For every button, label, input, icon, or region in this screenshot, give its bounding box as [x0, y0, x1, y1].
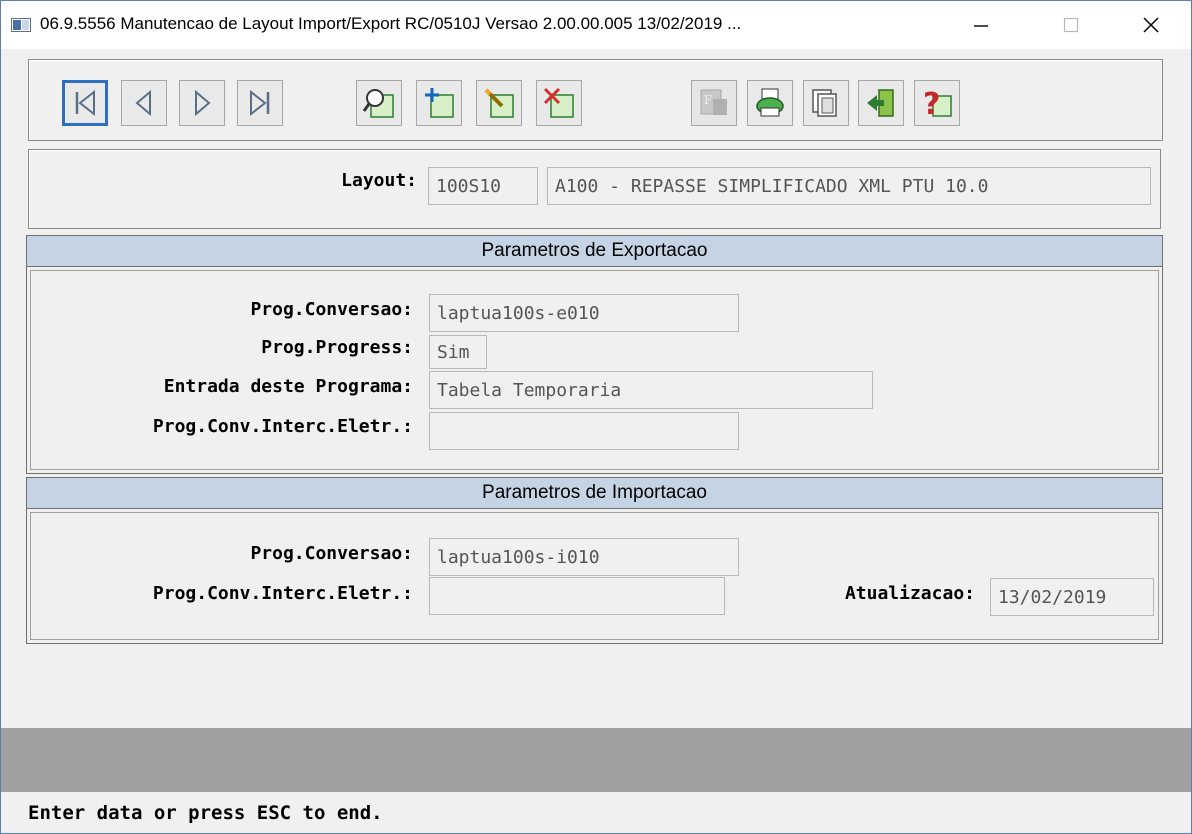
- export-entrada-field[interactable]: Tabela Temporaria: [429, 371, 873, 409]
- export-interc-field[interactable]: [429, 412, 739, 450]
- close-button[interactable]: [1121, 1, 1181, 49]
- delete-button[interactable]: [536, 80, 582, 126]
- import-interc-label: Prog.Conv.Interc.Eletr.:: [152, 583, 413, 604]
- last-record-icon: [250, 89, 270, 117]
- close-icon: [1143, 17, 1159, 33]
- maximize-button[interactable]: [1041, 1, 1101, 49]
- window-title: 06.9.5556 Manutencao de Layout Import/Ex…: [40, 14, 742, 33]
- layout-description-field[interactable]: A100 - REPASSE SIMPLIFICADO XML PTU 10.0: [547, 167, 1151, 205]
- copy-button[interactable]: [803, 80, 849, 126]
- import-section: Prog.Conversao: laptua100s-i010 Prog.Con…: [26, 508, 1163, 644]
- print-icon: [756, 88, 784, 117]
- toolbar: F ?: [28, 59, 1163, 141]
- svg-text:?: ?: [923, 87, 940, 120]
- copy-icon: [812, 89, 837, 117]
- minimize-icon: [974, 25, 988, 27]
- exit-button[interactable]: [858, 80, 904, 126]
- export-section: Prog.Conversao: laptua100s-e010 Prog.Pro…: [26, 266, 1163, 474]
- previous-record-button[interactable]: [121, 80, 167, 126]
- edit-icon: [484, 88, 514, 118]
- import-prog-conversao-field[interactable]: laptua100s-i010: [429, 538, 739, 576]
- add-icon: [425, 88, 454, 118]
- delete-icon: [543, 87, 574, 118]
- export-entrada-label: Entrada deste Programa:: [163, 376, 413, 397]
- edit-button[interactable]: [476, 80, 522, 126]
- import-atualizacao-field[interactable]: 13/02/2019: [990, 578, 1154, 616]
- first-record-icon: [75, 89, 95, 117]
- layout-code-field[interactable]: 100S10: [428, 167, 538, 205]
- next-icon: [195, 89, 211, 117]
- svg-text:F: F: [704, 93, 712, 107]
- last-record-button[interactable]: [237, 80, 283, 126]
- export-section-header: Parametros de Exportacao: [26, 235, 1163, 267]
- minimize-button[interactable]: [951, 1, 1011, 49]
- import-section-header: Parametros de Importacao: [26, 477, 1163, 509]
- status-message: Enter data or press ESC to end.: [28, 802, 383, 824]
- layout-panel: Layout: 100S10 A100 - REPASSE SIMPLIFICA…: [28, 149, 1161, 229]
- import-atualizacao-label: Atualizacao:: [844, 583, 975, 604]
- first-record-button[interactable]: [62, 80, 108, 126]
- print-button[interactable]: [747, 80, 793, 126]
- export-prog-progress-label: Prog.Progress:: [261, 337, 413, 358]
- export-interc-label: Prog.Conv.Interc.Eletr.:: [152, 416, 413, 437]
- export-prog-conversao-field[interactable]: laptua100s-e010: [429, 294, 739, 332]
- filter-button[interactable]: F: [691, 80, 737, 126]
- help-button[interactable]: ?: [914, 80, 960, 126]
- help-icon: ?: [923, 87, 952, 120]
- layout-label: Layout:: [341, 170, 417, 191]
- app-window: 06.9.5556 Manutencao de Layout Import/Ex…: [0, 0, 1192, 834]
- export-prog-conversao-label: Prog.Conversao:: [250, 299, 413, 320]
- exit-icon: [867, 89, 894, 117]
- export-prog-progress-field[interactable]: Sim: [429, 335, 487, 369]
- filter-icon: F: [700, 89, 727, 115]
- status-area: [1, 728, 1191, 792]
- maximize-icon: [1063, 17, 1079, 33]
- previous-icon: [135, 89, 151, 117]
- title-bar[interactable]: 06.9.5556 Manutencao de Layout Import/Ex…: [1, 1, 1191, 49]
- search-icon: [362, 89, 394, 118]
- add-button[interactable]: [416, 80, 462, 126]
- app-icon: [11, 18, 31, 32]
- import-interc-field[interactable]: [429, 577, 725, 615]
- search-button[interactable]: [356, 80, 402, 126]
- import-prog-conversao-label: Prog.Conversao:: [250, 543, 413, 564]
- next-record-button[interactable]: [179, 80, 225, 126]
